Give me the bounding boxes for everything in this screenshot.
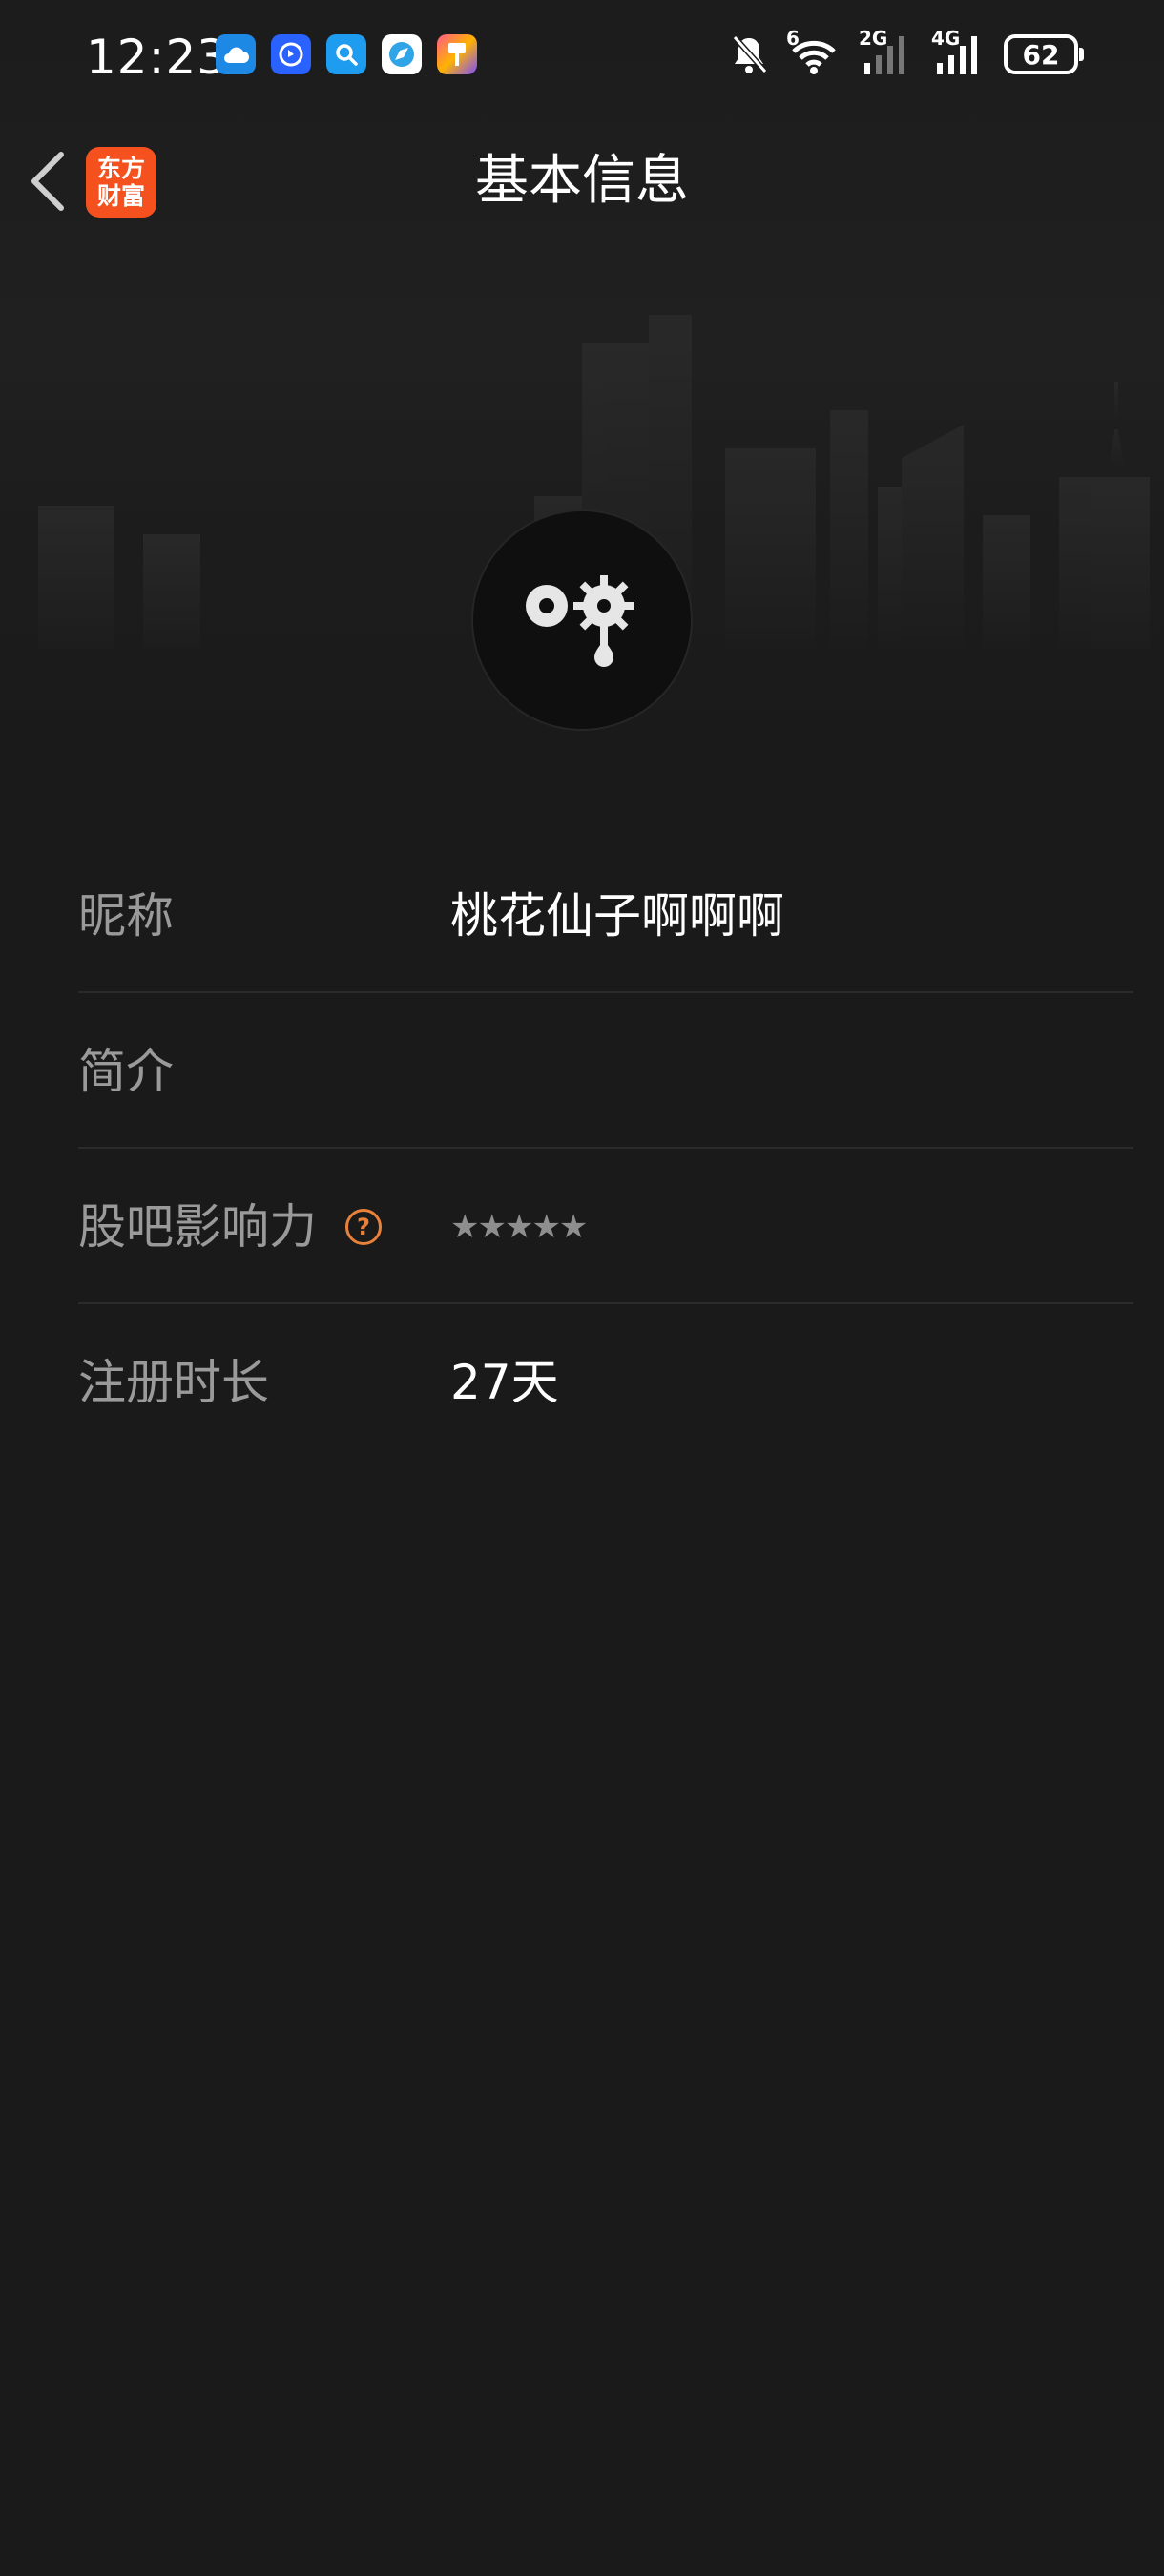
status-bar: 12:23 6 2G 4G 62 bbox=[0, 0, 1164, 114]
battery-indicator: 62 bbox=[1004, 34, 1084, 74]
notification-icons bbox=[216, 34, 477, 74]
wifi-label: 6 bbox=[786, 27, 800, 50]
hand-app-icon bbox=[271, 34, 311, 74]
search-app-icon bbox=[326, 34, 366, 74]
info-list: 昵称 桃花仙子啊啊啊 简介 股吧影响力 ? ★★★★★ 注册时长 27天 bbox=[78, 838, 1133, 1460]
registration-duration-value: 27天 bbox=[450, 1355, 559, 1410]
page-title: 基本信息 bbox=[475, 150, 689, 212]
bio-label: 简介 bbox=[78, 1044, 174, 1099]
signal-2g-label: 2G bbox=[859, 27, 888, 50]
nickname-label: 昵称 bbox=[78, 888, 174, 944]
wifi-icon: 6 bbox=[786, 27, 842, 76]
basic-info-screen: 12:23 6 2G 4G 62 东方 财富 基本信息 昵称 桃花仙子啊啊啊 简… bbox=[0, 0, 1164, 2576]
registration-duration-label: 注册时长 bbox=[78, 1355, 269, 1410]
influence-label-wrap: 股吧影响力 ? bbox=[78, 1196, 382, 1257]
influence-rating-stars: ★★★★★ bbox=[450, 1208, 588, 1246]
mute-bell-icon bbox=[732, 35, 768, 73]
status-time: 12:23 bbox=[86, 30, 229, 85]
nickname-value: 桃花仙子啊啊啊 bbox=[450, 888, 784, 944]
bio-row[interactable]: 简介 bbox=[78, 993, 1133, 1149]
signal-2g-icon: 2G bbox=[859, 27, 914, 76]
nickname-row[interactable]: 昵称 桃花仙子啊啊啊 bbox=[78, 838, 1133, 993]
registration-duration-row: 注册时长 27天 bbox=[78, 1304, 1133, 1460]
influence-row: 股吧影响力 ? ★★★★★ bbox=[78, 1149, 1133, 1304]
influence-label: 股吧影响力 bbox=[78, 1199, 317, 1255]
system-icons: 6 2G 4G 62 bbox=[729, 27, 1084, 76]
paint-app-icon bbox=[437, 34, 477, 74]
browser-icon bbox=[382, 34, 422, 74]
signal-4g-label: 4G bbox=[931, 27, 961, 50]
gear-drop-icon bbox=[526, 575, 634, 667]
avatar[interactable] bbox=[473, 511, 691, 729]
help-icon[interactable]: ? bbox=[345, 1209, 382, 1245]
cloud-icon bbox=[216, 34, 256, 74]
signal-4g-icon: 4G bbox=[931, 27, 987, 76]
